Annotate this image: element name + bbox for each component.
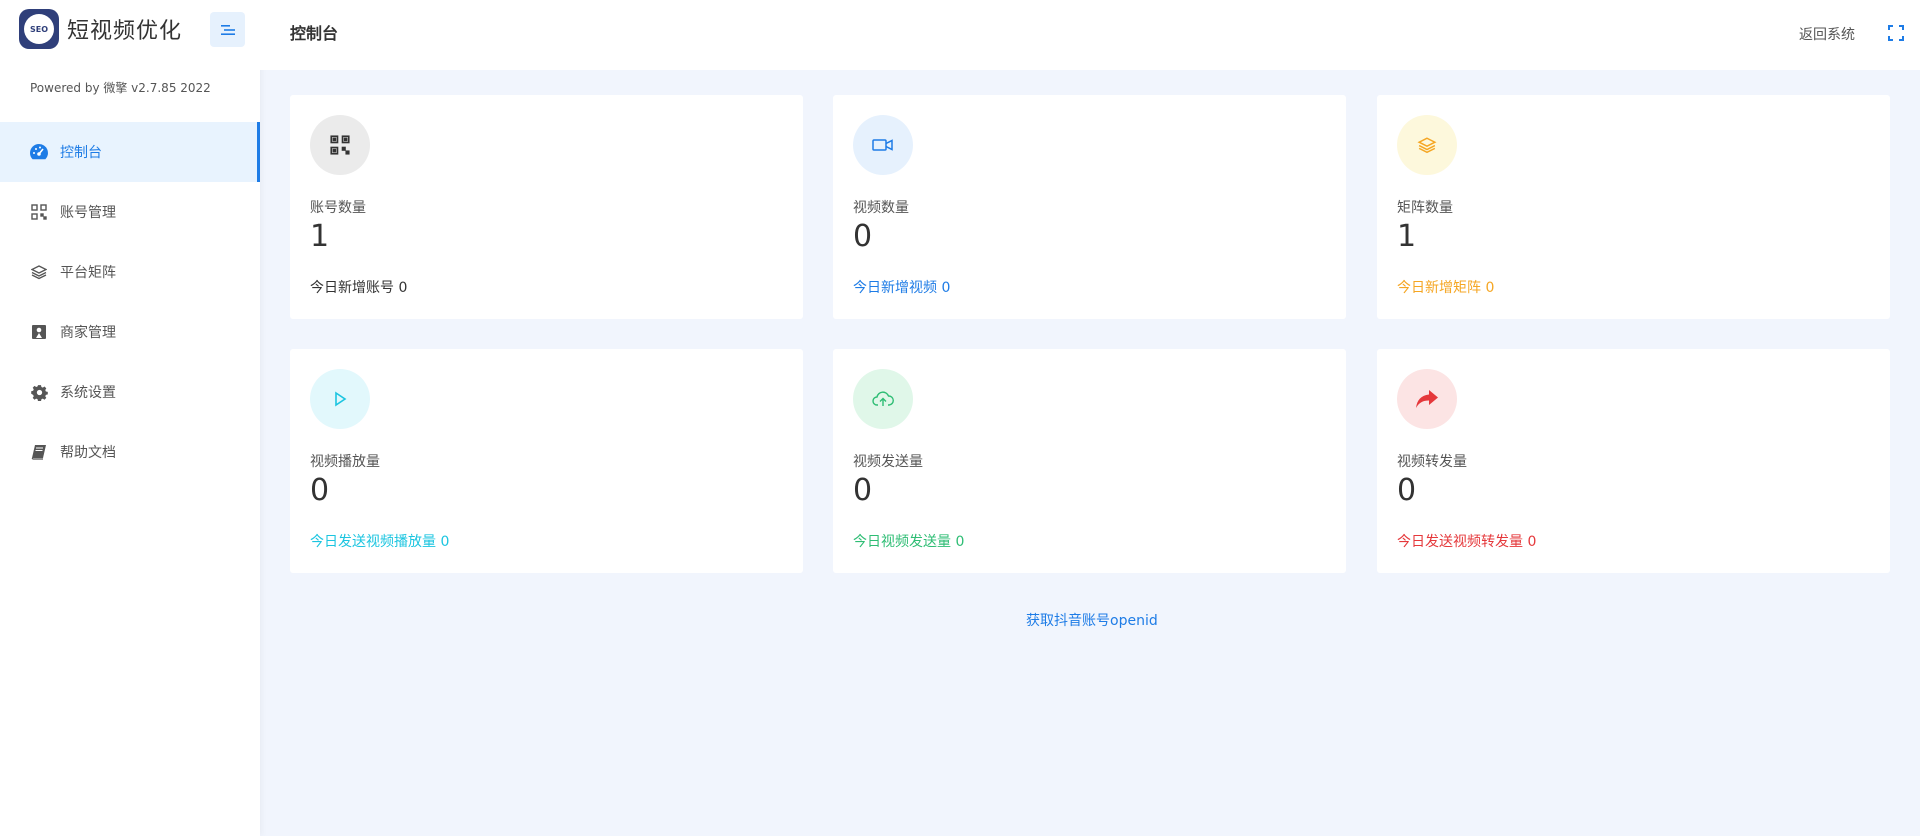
sidebar-item-merchants[interactable]: 商家管理 — [0, 302, 260, 362]
stat-card-shares: 视频转发量 0 今日发送视频转发量 0 — [1377, 349, 1890, 573]
logo-text: SEO — [24, 14, 54, 44]
stat-card-videos: 视频数量 0 今日新增视频 0 — [833, 95, 1346, 319]
sidebar-toggle-button[interactable] — [210, 12, 245, 47]
sidebar-item-label: 账号管理 — [60, 205, 116, 221]
sidebar: SEO 短视频优化 Powered by 微擎 v2.7.85 2022 控制台… — [0, 0, 260, 836]
card-icon-circle — [310, 369, 370, 429]
card-icon-circle — [1397, 369, 1457, 429]
video-camera-icon — [872, 139, 893, 151]
sidebar-menu: 控制台 账号管理 平台矩阵 商家管理 系统设置 帮助文档 — [0, 122, 260, 482]
page-title: 控制台 — [290, 24, 339, 43]
stat-today-text: 今日发送视频播放量 0 — [310, 534, 450, 550]
stat-value: 1 — [1397, 219, 1417, 254]
gear-icon — [29, 382, 49, 402]
stat-today-text: 今日新增账号 0 — [310, 280, 408, 296]
layers-icon — [29, 262, 49, 282]
sidebar-item-label: 系统设置 — [60, 385, 116, 401]
cloud-upload-icon — [872, 391, 894, 406]
brand: SEO 短视频优化 — [0, 0, 260, 58]
powered-by-text: Powered by 微擎 v2.7.85 2022 — [30, 80, 211, 95]
merchant-icon — [29, 322, 49, 342]
card-icon-circle — [853, 115, 913, 175]
card-icon-circle — [1397, 115, 1457, 175]
fullscreen-button[interactable] — [1887, 24, 1905, 42]
stat-label: 视频转发量 — [1397, 454, 1467, 470]
qrcode-icon — [330, 135, 350, 155]
sidebar-item-label: 平台矩阵 — [60, 265, 116, 281]
card-icon-circle — [853, 369, 913, 429]
stat-today-text: 今日视频发送量 0 — [853, 534, 965, 550]
stat-today-text: 今日新增视频 0 — [853, 280, 951, 296]
stat-card-matrix: 矩阵数量 1 今日新增矩阵 0 — [1377, 95, 1890, 319]
share-icon — [1416, 390, 1438, 408]
stat-today-text: 今日新增矩阵 0 — [1397, 280, 1495, 296]
stat-card-accounts: 账号数量 1 今日新增账号 0 — [290, 95, 803, 319]
dashboard-icon — [29, 142, 49, 162]
qrcode-icon — [29, 202, 49, 222]
get-douyin-openid-link[interactable]: 获取抖音账号openid — [1026, 610, 1158, 630]
book-icon — [29, 442, 49, 462]
sidebar-item-dashboard[interactable]: 控制台 — [0, 122, 260, 182]
stat-card-sends: 视频发送量 0 今日视频发送量 0 — [833, 349, 1346, 573]
sidebar-item-accounts[interactable]: 账号管理 — [0, 182, 260, 242]
play-icon — [335, 391, 347, 407]
sidebar-item-label: 控制台 — [60, 145, 102, 161]
back-to-system-link[interactable]: 返回系统 — [1799, 24, 1855, 44]
stat-label: 视频发送量 — [853, 454, 923, 470]
top-header: 控制台 返回系统 — [260, 0, 1920, 70]
stat-today-text: 今日发送视频转发量 0 — [1397, 534, 1537, 550]
stat-value: 0 — [853, 473, 873, 508]
stat-label: 矩阵数量 — [1397, 200, 1453, 216]
stat-value: 0 — [853, 219, 873, 254]
menu-fold-icon — [220, 24, 235, 35]
sidebar-item-matrix[interactable]: 平台矩阵 — [0, 242, 260, 302]
stat-value: 0 — [1397, 473, 1417, 508]
logo: SEO — [19, 9, 59, 49]
stat-value: 1 — [310, 219, 330, 254]
stat-label: 视频播放量 — [310, 454, 380, 470]
sidebar-item-label: 商家管理 — [60, 325, 116, 341]
layers-icon — [1417, 137, 1437, 154]
fullscreen-icon — [1888, 25, 1904, 41]
sidebar-item-label: 帮助文档 — [60, 445, 116, 461]
sidebar-item-help-docs[interactable]: 帮助文档 — [0, 422, 260, 482]
card-icon-circle — [310, 115, 370, 175]
stat-value: 0 — [310, 473, 330, 508]
stat-label: 视频数量 — [853, 200, 909, 216]
stat-label: 账号数量 — [310, 200, 366, 216]
sidebar-item-settings[interactable]: 系统设置 — [0, 362, 260, 422]
brand-title: 短视频优化 — [67, 19, 183, 44]
stat-card-plays: 视频播放量 0 今日发送视频播放量 0 — [290, 349, 803, 573]
